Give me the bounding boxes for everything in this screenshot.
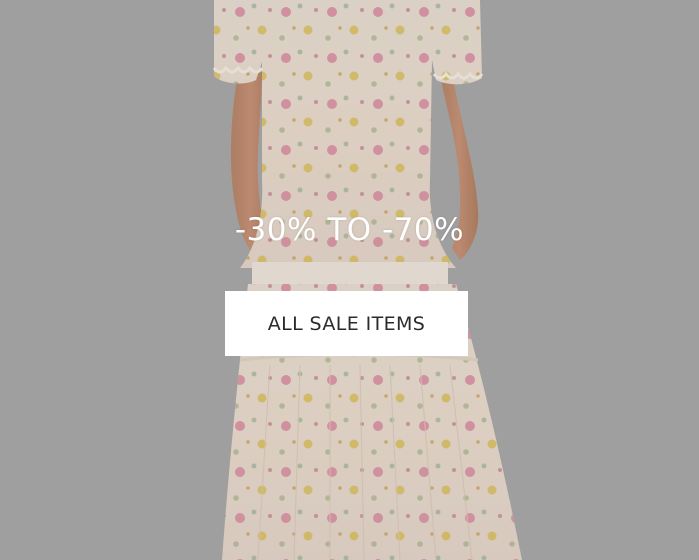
sale-discount-headline: -30% TO -70% [234, 212, 465, 248]
hero-overlay: -30% TO -70% ALL SALE ITEMS [0, 0, 699, 560]
all-sale-items-button[interactable]: ALL SALE ITEMS [225, 291, 468, 356]
sale-hero-banner: -30% TO -70% ALL SALE ITEMS [0, 0, 699, 560]
